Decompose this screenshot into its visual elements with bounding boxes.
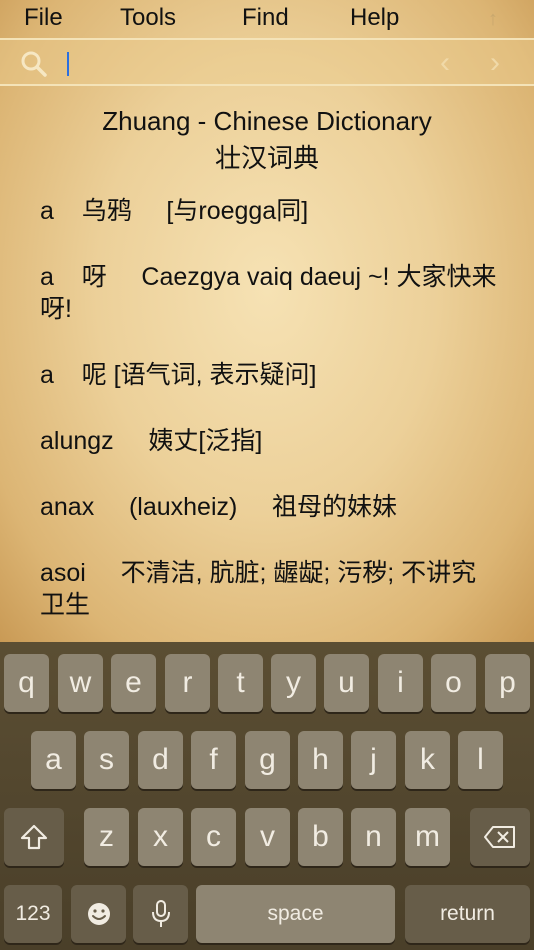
entry-word: asoi: [40, 559, 86, 587]
key-v[interactable]: v: [245, 808, 290, 866]
key-y[interactable]: y: [271, 654, 316, 712]
delete-icon: [484, 826, 515, 848]
menu-bar: File Tools Find Help ↑: [0, 0, 534, 38]
key-f[interactable]: f: [191, 731, 236, 789]
on-screen-keyboard: q w e r t y u i o p a s d f g h j k l z …: [0, 642, 534, 950]
chevron-left-icon[interactable]: ‹: [440, 46, 450, 80]
key-g[interactable]: g: [245, 731, 290, 789]
entry-definition: 不清洁, 肮脏; 龌龊; 污秽; 不讲究卫生: [40, 559, 477, 619]
entry-definition: (lauxheiz) 祖母的妹妹: [94, 493, 398, 521]
key-a[interactable]: a: [31, 731, 76, 789]
key-e[interactable]: e: [111, 654, 156, 712]
list-item[interactable]: asoi 不清洁, 肮脏; 龌龊; 污秽; 不讲究卫生: [40, 557, 500, 621]
list-item[interactable]: alungz 姨丈[泛指]: [40, 425, 500, 457]
entry-word: anax: [40, 493, 95, 521]
key-i[interactable]: i: [378, 654, 423, 712]
key-b[interactable]: b: [298, 808, 343, 866]
emoji-icon: [87, 903, 110, 925]
microphone-icon: [151, 900, 170, 927]
key-r[interactable]: r: [165, 654, 210, 712]
key-c[interactable]: c: [191, 808, 236, 866]
return-key[interactable]: return: [405, 885, 530, 943]
key-k[interactable]: k: [405, 731, 450, 789]
key-o[interactable]: o: [431, 654, 476, 712]
key-w[interactable]: w: [58, 654, 103, 712]
entry-definition: 姨丈[泛指]: [113, 427, 263, 455]
shift-key[interactable]: [4, 808, 64, 866]
key-p[interactable]: p: [485, 654, 530, 712]
text-cursor: [67, 52, 69, 76]
space-key[interactable]: space: [196, 885, 395, 943]
shift-icon: [20, 824, 48, 850]
key-z[interactable]: z: [84, 808, 129, 866]
magnifier-icon[interactable]: [20, 50, 48, 78]
menu-help[interactable]: Help: [350, 4, 399, 32]
key-x[interactable]: x: [138, 808, 183, 866]
key-q[interactable]: q: [4, 654, 49, 712]
entry-word: a: [40, 263, 54, 291]
key-h[interactable]: h: [298, 731, 343, 789]
microphone-key[interactable]: [133, 885, 188, 943]
delete-key[interactable]: [470, 808, 530, 866]
key-d[interactable]: d: [138, 731, 183, 789]
emoji-key[interactable]: [71, 885, 126, 943]
list-item[interactable]: a 呢 [语气词, 表示疑问]: [40, 359, 500, 391]
menu-find[interactable]: Find: [242, 4, 289, 32]
menu-tools[interactable]: Tools: [120, 4, 176, 32]
key-t[interactable]: t: [218, 654, 263, 712]
entry-word: alungz: [40, 427, 114, 455]
menu-file[interactable]: File: [24, 4, 63, 32]
list-item[interactable]: a 乌鸦 [与roegga同]: [40, 195, 500, 227]
entry-definition: 呢 [语气词, 表示疑问]: [53, 361, 317, 389]
entry-word: a: [40, 361, 54, 389]
list-item[interactable]: a 呀 Caezgya vaiq daeuj ~! 大家快来呀!: [40, 261, 500, 325]
entry-list: a 乌鸦 [与roegga同] a 呀 Caezgya vaiq daeuj ~…: [40, 195, 500, 655]
dictionary-title: Zhuang - Chinese Dictionary: [102, 106, 432, 136]
entry-definition: 乌鸦 [与roegga同]: [53, 197, 309, 225]
chevron-right-icon[interactable]: ›: [490, 46, 500, 80]
numbers-key[interactable]: 123: [4, 885, 62, 943]
key-j[interactable]: j: [351, 731, 396, 789]
search-bar: ‹ ›: [0, 38, 534, 86]
key-m[interactable]: m: [405, 808, 450, 866]
list-item[interactable]: anax (lauxheiz) 祖母的妹妹: [40, 491, 500, 523]
entry-word: a: [40, 197, 54, 225]
key-s[interactable]: s: [84, 731, 129, 789]
search-input[interactable]: [72, 48, 416, 80]
key-n[interactable]: n: [351, 808, 396, 866]
dictionary-title-chinese: 壮汉词典: [214, 143, 319, 173]
arrow-up-icon[interactable]: ↑: [488, 8, 498, 31]
key-l[interactable]: l: [458, 731, 503, 789]
key-u[interactable]: u: [324, 654, 369, 712]
entry-definition: 呀 Caezgya vaiq daeuj ~! 大家快来呀!: [40, 263, 497, 323]
